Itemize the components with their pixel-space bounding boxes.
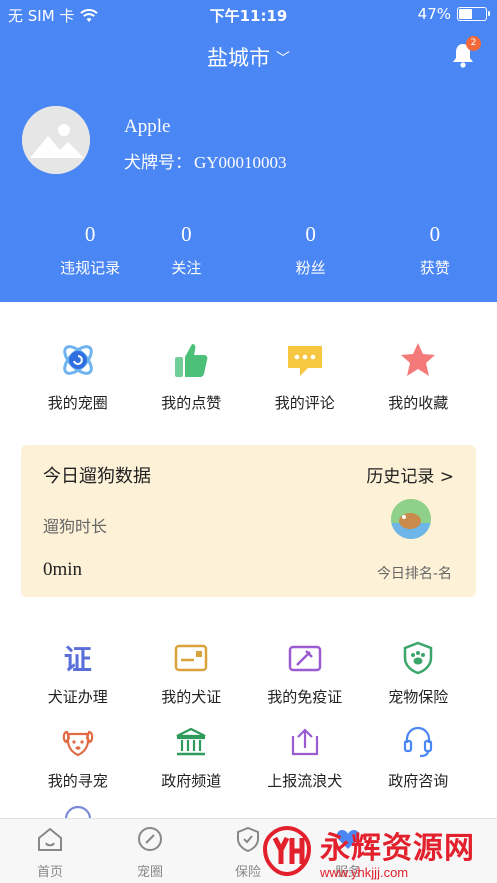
- avatar-placeholder-icon: [22, 106, 90, 174]
- service-gov-consult[interactable]: 政府咨询: [362, 724, 476, 791]
- watermark: 永辉资源网 www.yhkjjj.com: [260, 820, 475, 882]
- stat-fans[interactable]: 0 粉丝: [249, 222, 373, 278]
- today-rank: 今日排名-名: [376, 566, 452, 582]
- tab-label: 宠圈: [136, 865, 163, 880]
- dog-tag-label: 犬牌号：: [124, 153, 192, 173]
- service-label: 上报流浪犬: [267, 772, 343, 790]
- service-label: 政府频道: [161, 772, 222, 790]
- stat-likes[interactable]: 0 获赞: [373, 222, 497, 278]
- shield-icon: [237, 826, 259, 853]
- watermark-url: www.yhkjjj.com: [320, 864, 409, 880]
- thumbs-up-icon: [175, 344, 208, 377]
- quick-links: 我的宠圈 我的点赞 我的评论 我的收藏: [0, 340, 497, 413]
- quick-my-likes[interactable]: 我的点赞: [135, 340, 249, 413]
- star-icon: [401, 343, 436, 376]
- city-label: 盐城市: [207, 46, 270, 70]
- service-gov-channel[interactable]: 政府频道: [135, 724, 249, 791]
- service-pet-insurance[interactable]: 宠物保险: [362, 640, 476, 707]
- notification-badge: 2: [466, 36, 481, 51]
- walk-duration-label: 遛狗时长: [43, 517, 108, 536]
- government-icon: [176, 727, 206, 756]
- service-license-apply[interactable]: 证 犬证办理: [21, 640, 135, 707]
- service-report-stray[interactable]: 上报流浪犬: [248, 724, 362, 791]
- stats-row: 0 违规记录 0 关注 0 粉丝 0 获赞: [0, 222, 497, 278]
- quick-label: 我的收藏: [388, 394, 449, 412]
- comment-icon: [287, 346, 322, 376]
- chevron-down-icon: ﹀: [276, 51, 290, 67]
- pet-avatar[interactable]: [391, 499, 431, 539]
- watermark-brand: 永辉资源网: [320, 830, 475, 866]
- dog-face-icon: [62, 730, 93, 757]
- pet-photo-icon: [391, 499, 431, 539]
- stat-value: 0: [181, 222, 192, 246]
- profile-header: 无 SIM 卡 下午11:19 47% 盐城市 ﹀ 2 Apple 犬牌号： G…: [0, 0, 497, 302]
- quick-label: 我的点赞: [161, 394, 222, 412]
- quick-my-favorites[interactable]: 我的收藏: [362, 340, 476, 413]
- service-my-license[interactable]: 我的犬证: [135, 640, 249, 707]
- headset-icon: [404, 726, 433, 758]
- services-row-2: 我的寻宠 政府频道 上报流浪犬 政府咨询: [0, 724, 497, 791]
- stat-label: 粉丝: [295, 259, 326, 277]
- service-label: 宠物保险: [388, 688, 449, 706]
- license-icon: 证: [63, 643, 92, 676]
- battery-percent: 47%: [417, 5, 451, 23]
- service-my-vaccine[interactable]: 我的免疫证: [248, 640, 362, 707]
- home-icon: [38, 827, 62, 851]
- dog-tag-value: GY00010003: [194, 153, 287, 172]
- watermark-logo-icon: [262, 825, 312, 877]
- user-name: Apple: [124, 116, 171, 137]
- stat-value: 0: [429, 222, 441, 246]
- walk-data-card: 今日遛狗数据 历史记录 > 遛狗时长 0min 今日排名-名: [21, 445, 476, 597]
- service-label: 犬证办理: [47, 688, 108, 706]
- history-link[interactable]: 历史记录 >: [366, 462, 454, 487]
- service-label: 我的寻宠: [47, 772, 108, 790]
- stat-label: 关注: [171, 259, 202, 277]
- service-label: 我的免疫证: [267, 688, 343, 706]
- walk-duration-value: 0min: [43, 559, 83, 580]
- shield-paw-icon: [404, 641, 433, 675]
- service-find-pet[interactable]: 我的寻宠: [21, 724, 135, 791]
- partial-row-icon: [64, 805, 92, 819]
- walk-card-title: 今日遛狗数据: [43, 466, 151, 487]
- service-label: 我的犬证: [161, 688, 222, 706]
- quick-label: 我的宠圈: [47, 394, 108, 412]
- city-selector[interactable]: 盐城市 ﹀: [0, 42, 497, 72]
- avatar[interactable]: [22, 106, 90, 174]
- stat-value: 0: [305, 222, 316, 246]
- status-bar: 无 SIM 卡 下午11:19 47%: [0, 0, 497, 28]
- battery-icon: [457, 7, 490, 21]
- services-row-1: 证 犬证办理 我的犬证 我的免疫证 宠物保险: [0, 640, 497, 707]
- stat-following[interactable]: 0 关注: [124, 222, 248, 278]
- tab-label: 首页: [36, 865, 63, 880]
- notification-button[interactable]: 2: [451, 36, 481, 68]
- quick-my-circle[interactable]: 我的宠圈: [21, 340, 135, 413]
- stat-label: 获赞: [419, 259, 450, 277]
- service-label: 政府咨询: [388, 772, 449, 790]
- card-icon: [175, 644, 208, 672]
- upload-icon: [291, 728, 318, 756]
- tab-pet-circle[interactable]: 宠圈: [120, 823, 180, 880]
- vaccine-icon: [288, 645, 321, 672]
- pet-circle-icon: [62, 345, 93, 375]
- quick-label: 我的评论: [274, 394, 335, 412]
- dog-tag: 犬牌号： GY00010003: [124, 148, 287, 173]
- compass-icon: [138, 827, 162, 851]
- quick-my-comments[interactable]: 我的评论: [248, 340, 362, 413]
- tab-home[interactable]: 首页: [20, 823, 80, 880]
